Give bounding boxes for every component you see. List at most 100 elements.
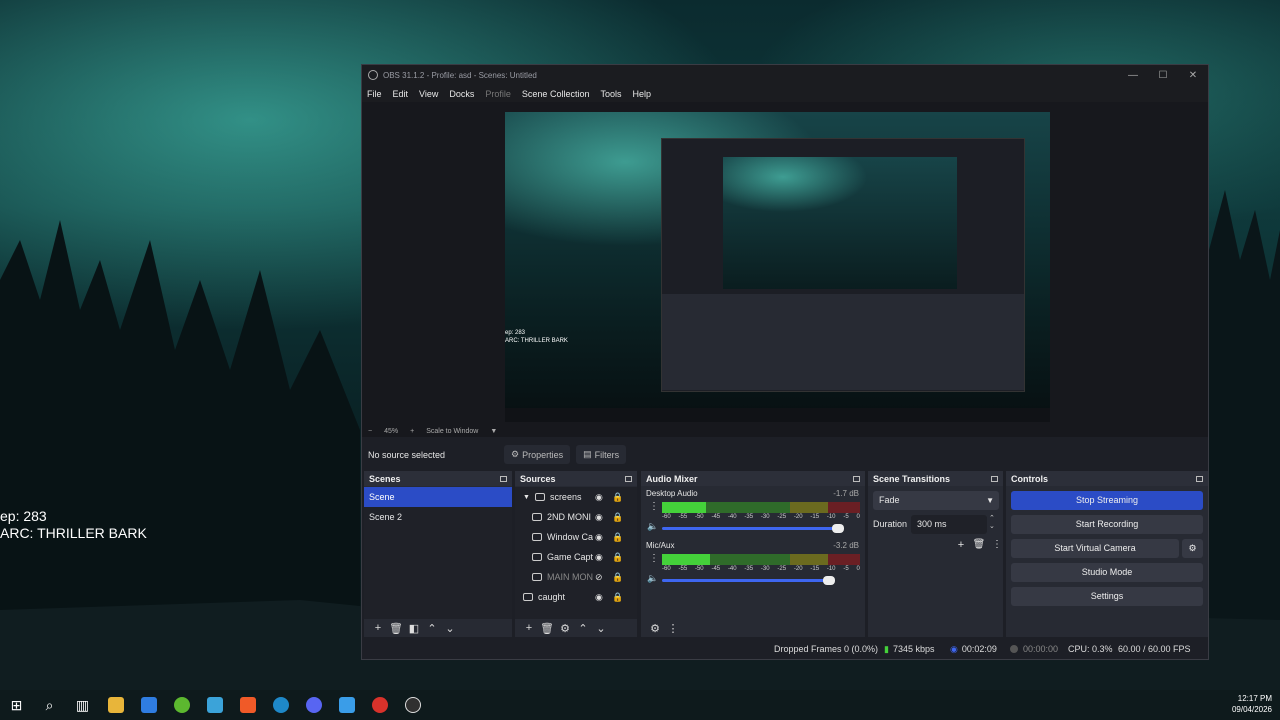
duration-spinner[interactable]: ⌃ ⌄	[989, 515, 995, 531]
obs-app-icon[interactable]	[396, 690, 429, 720]
kebab-menu-icon[interactable]: ⋮	[988, 539, 1006, 551]
channel-name: Desktop Audio	[646, 489, 698, 498]
add-source-icon[interactable]: +	[520, 622, 538, 634]
clock-date: 09/04/2026	[1231, 705, 1272, 714]
system-clock[interactable]: 12:17 PM 09/04/2026	[1232, 693, 1272, 715]
zoom-in-button[interactable]: +	[410, 428, 414, 435]
lock-icon[interactable]: 🔒	[612, 492, 623, 503]
undock-icon[interactable]	[1196, 475, 1203, 482]
scene-item[interactable]: Scene 2	[364, 507, 512, 527]
close-button[interactable]: ✕	[1178, 70, 1208, 81]
mail-app-icon[interactable]	[132, 690, 165, 720]
scene-filters-icon[interactable]: ◧	[405, 622, 423, 635]
preview-canvas[interactable]: ep: 283 ARC: THRILLER BARK	[505, 112, 1050, 422]
move-down-icon[interactable]: ⌄	[441, 622, 459, 635]
filters-button[interactable]: ▤ Filters	[576, 445, 627, 464]
move-up-icon[interactable]: ⌃	[423, 622, 441, 635]
kebab-menu-icon[interactable]: ⋮	[664, 622, 682, 635]
utorrent-icon[interactable]	[165, 690, 198, 720]
source-item[interactable]: ▼ screens ◉ 🔒	[515, 487, 637, 507]
menu-edit[interactable]: Edit	[393, 89, 409, 99]
minimize-button[interactable]: —	[1118, 70, 1148, 81]
speaker-icon[interactable]: 🔈	[647, 573, 658, 584]
file-explorer-icon[interactable]	[99, 690, 132, 720]
source-item[interactable]: Window Ca ◉ 🔒	[515, 527, 637, 547]
advanced-audio-icon[interactable]: ⚙	[646, 622, 664, 635]
volume-slider[interactable]	[662, 576, 836, 585]
spin-up-icon[interactable]: ⌃	[989, 515, 995, 523]
mixer-channel-desktop-audio: Desktop Audio -1.7 dB ⋮ -60 -55 -50 -45 -40-…	[641, 487, 865, 537]
task-view-icon[interactable]: ▥	[66, 690, 99, 720]
kebab-menu-icon[interactable]: ⋮	[649, 501, 659, 512]
zoom-out-button[interactable]: −	[368, 428, 372, 435]
obs-logo-icon	[368, 70, 378, 80]
lock-icon[interactable]: 🔒	[612, 512, 623, 523]
ccleaner-icon[interactable]	[264, 690, 297, 720]
add-scene-icon[interactable]: +	[369, 622, 387, 634]
slider-knob[interactable]	[832, 524, 845, 533]
menu-view[interactable]: View	[419, 89, 438, 99]
search-app-icon[interactable]	[363, 690, 396, 720]
properties-button[interactable]: ⚙ Properties	[504, 445, 571, 464]
menu-help[interactable]: Help	[632, 89, 651, 99]
source-item[interactable]: Game Capt ◉ 🔒	[515, 547, 637, 567]
volume-slider[interactable]	[662, 524, 845, 533]
brave-browser-icon[interactable]	[231, 690, 264, 720]
eye-slash-icon[interactable]: ⊘	[595, 572, 603, 583]
lock-icon[interactable]: 🔒	[612, 532, 623, 543]
title-bar[interactable]: OBS 31.1.2 - Profile: asd - Scenes: Unti…	[362, 65, 1208, 85]
scale-mode-caret-icon[interactable]: ▼	[490, 428, 497, 435]
menu-profile[interactable]: Profile	[485, 89, 511, 99]
kebab-menu-icon[interactable]: ⋮	[649, 553, 659, 564]
menu-tools[interactable]: Tools	[600, 89, 621, 99]
duration-input[interactable]: 300 ms	[911, 515, 987, 534]
lock-icon[interactable]: 🔒	[612, 572, 623, 583]
source-item[interactable]: caught ◉ 🔒	[515, 587, 637, 607]
stop-streaming-button[interactable]: Stop Streaming	[1011, 491, 1203, 510]
start-virtual-camera-button[interactable]: Start Virtual Camera	[1011, 539, 1179, 558]
eye-icon[interactable]: ◉	[595, 532, 603, 543]
lock-icon[interactable]: 🔒	[612, 592, 623, 603]
move-down-icon[interactable]: ⌄	[592, 622, 610, 635]
undock-icon[interactable]	[991, 475, 998, 482]
trash-icon[interactable]: 🗑	[970, 539, 988, 551]
preview-area: ep: 283 ARC: THRILLER BARK	[362, 102, 1208, 426]
eye-icon[interactable]: ◉	[595, 552, 603, 563]
menu-scene-collection[interactable]: Scene Collection	[522, 89, 590, 99]
scale-mode-select[interactable]: Scale to Window	[426, 428, 478, 435]
app-icon[interactable]	[198, 690, 231, 720]
add-transition-icon[interactable]: +	[952, 539, 970, 551]
menu-file[interactable]: File	[367, 89, 382, 99]
undock-icon[interactable]	[500, 475, 507, 482]
maximize-button[interactable]: ☐	[1148, 70, 1178, 81]
source-item[interactable]: MAIN MON ⊘ 🔒	[515, 567, 637, 587]
menu-docks[interactable]: Docks	[449, 89, 474, 99]
eye-icon[interactable]: ◉	[595, 512, 603, 523]
scene-item[interactable]: Scene	[364, 487, 512, 507]
cpu-usage: CPU: 0.3%	[1068, 644, 1113, 654]
undock-icon[interactable]	[853, 475, 860, 482]
trash-icon[interactable]: 🗑	[538, 622, 556, 635]
discord-icon[interactable]	[297, 690, 330, 720]
search-icon[interactable]: ⌕	[33, 690, 66, 720]
spin-down-icon[interactable]: ⌄	[989, 523, 995, 531]
move-up-icon[interactable]: ⌃	[574, 622, 592, 635]
gear-icon[interactable]: ⚙	[556, 622, 574, 635]
windows-start-icon[interactable]: ⊞	[0, 690, 33, 720]
photo-app-icon[interactable]	[330, 690, 363, 720]
settings-button[interactable]: Settings	[1011, 587, 1203, 606]
eye-icon[interactable]: ◉	[595, 492, 603, 503]
source-item[interactable]: 2ND MONI ◉ 🔒	[515, 507, 637, 527]
speaker-icon[interactable]: 🔈	[647, 521, 658, 532]
undock-icon[interactable]	[625, 475, 632, 482]
transition-select[interactable]: Fade ▼	[873, 491, 999, 510]
slider-knob[interactable]	[823, 576, 836, 585]
trash-icon[interactable]: 🗑	[387, 622, 405, 635]
lock-icon[interactable]: 🔒	[612, 552, 623, 563]
virtual-camera-settings-button[interactable]: ⚙	[1182, 539, 1203, 558]
eye-icon[interactable]: ◉	[595, 592, 603, 603]
studio-mode-button[interactable]: Studio Mode	[1011, 563, 1203, 582]
meter-tick: 0	[856, 514, 860, 520]
start-recording-button[interactable]: Start Recording	[1011, 515, 1203, 534]
expand-caret-icon[interactable]: ▼	[523, 494, 530, 501]
